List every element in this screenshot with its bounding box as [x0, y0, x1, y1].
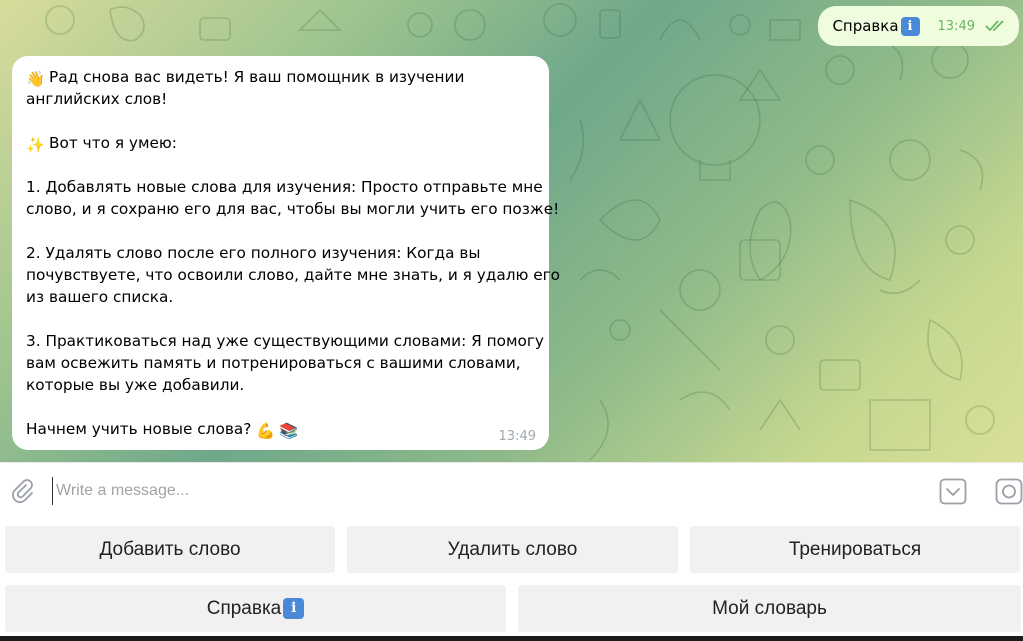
- outgoing-message-bubble[interactable]: Справка i 13:49: [818, 6, 1019, 46]
- message-line: 1. Добавлять новые слова для изучения: П…: [26, 178, 543, 196]
- message-input[interactable]: [52, 477, 912, 505]
- message-line: почувствуете, что освоили слово, дайте м…: [26, 266, 561, 284]
- message-line: 👋 Рад снова вас видеть! Я ваш помощник в …: [26, 68, 465, 88]
- info-emoji-icon: i: [900, 16, 920, 36]
- flexed-biceps-icon: 💪: [256, 422, 276, 440]
- message-line: 3. Практиковаться над уже существующими …: [26, 332, 544, 350]
- train-button[interactable]: Тренироваться: [690, 526, 1020, 573]
- message-line: которые вы уже добавили.: [26, 376, 245, 394]
- message-line: слово, и я сохраню его для вас, чтобы вы…: [26, 200, 560, 218]
- waving-hand-icon: 👋: [26, 70, 46, 88]
- bot-keyboard-toggle-icon[interactable]: [939, 478, 967, 505]
- my-dictionary-button[interactable]: Мой словарь: [518, 585, 1021, 632]
- window-bottom-edge: [0, 636, 1023, 641]
- message-line: 2. Удалять слово после его полного изуче…: [26, 244, 481, 262]
- message-line: из вашего списка.: [26, 288, 174, 306]
- message-composer: [0, 462, 1023, 518]
- bot-keyboard: Добавить слово Удалить слово Тренировать…: [0, 518, 1023, 641]
- books-icon: 📚: [279, 422, 299, 440]
- double-check-icon: [985, 20, 1004, 32]
- incoming-message-bubble[interactable]: 👋 Рад снова вас видеть! Я ваш помощник в …: [12, 56, 561, 450]
- message-line: ✨ Вот что я умею:: [26, 134, 177, 154]
- outgoing-message-time: 13:49: [937, 18, 975, 34]
- add-word-button[interactable]: Добавить слово: [5, 526, 335, 573]
- message-line: английских слов!: [26, 90, 168, 108]
- message-line: Начнем учить новые слова? 💪 📚: [26, 420, 299, 440]
- sparkles-icon: ✨: [26, 136, 46, 154]
- incoming-message-time: 13:49: [498, 429, 536, 444]
- info-emoji-icon: i: [283, 598, 305, 619]
- chat-area: Справка i 13:49 👋 Рад снова вас видеть! Я…: [0, 0, 1023, 462]
- paperclip-icon[interactable]: [9, 478, 35, 504]
- help-button[interactable]: Справка i: [5, 585, 506, 632]
- outgoing-message-text: Справка: [832, 17, 899, 35]
- message-line: вам освежить память и потренироваться с …: [26, 354, 521, 372]
- delete-word-button[interactable]: Удалить слово: [347, 526, 678, 573]
- video-message-icon[interactable]: [995, 478, 1023, 505]
